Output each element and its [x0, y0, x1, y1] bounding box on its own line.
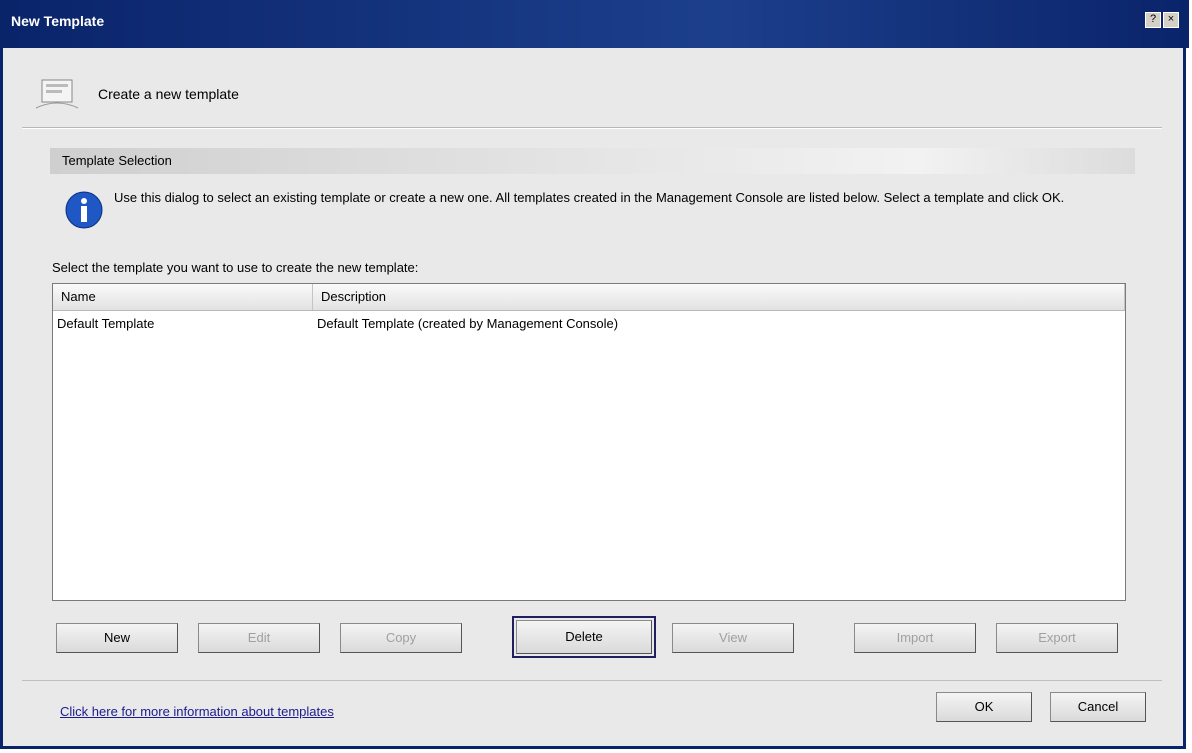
section-title: Template Selection [62, 153, 172, 168]
edit-button[interactable]: Edit [198, 623, 320, 653]
close-button[interactable]: × [1163, 12, 1179, 28]
section-header: Template Selection [50, 148, 1135, 174]
footer-separator [22, 680, 1162, 681]
new-button[interactable]: New [56, 623, 178, 653]
help-button[interactable]: ? [1145, 12, 1161, 28]
title-bar[interactable]: New Template ? × [3, 0, 1189, 48]
copy-button[interactable]: Copy [340, 623, 462, 653]
column-header-name[interactable]: Name [53, 284, 313, 310]
row-name: Default Template [57, 315, 155, 331]
template-list[interactable]: Name Description Default Template Defaul… [52, 283, 1126, 601]
header-title: Create a new template [98, 86, 239, 102]
template-wizard-icon [35, 79, 79, 109]
view-button[interactable]: View [672, 623, 794, 653]
header-separator [22, 127, 1162, 129]
info-icon [65, 191, 103, 229]
list-header: Name Description [53, 284, 1125, 311]
export-button[interactable]: Export [996, 623, 1118, 653]
window-title: New Template [11, 13, 105, 29]
column-header-description[interactable]: Description [313, 284, 1125, 310]
info-text: Use this dialog to select an existing te… [114, 190, 1065, 205]
table-row[interactable]: Default Template Default Template (creat… [53, 311, 1125, 335]
list-instruction: Select the template you want to use to c… [52, 260, 419, 275]
delete-button[interactable]: Delete [512, 616, 656, 658]
ok-button[interactable]: OK [936, 692, 1032, 722]
import-button[interactable]: Import [854, 623, 976, 653]
cancel-button[interactable]: Cancel [1050, 692, 1146, 722]
row-description: Default Template (created by Management … [317, 315, 619, 331]
help-link[interactable]: Click here for more information about te… [60, 704, 334, 719]
window-controls: ? × [1145, 12, 1179, 28]
